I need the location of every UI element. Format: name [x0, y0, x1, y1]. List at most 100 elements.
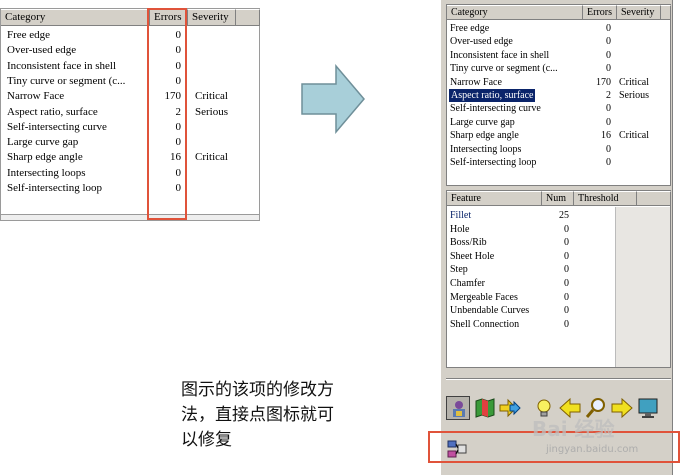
row-category: Aspect ratio, surface	[449, 89, 536, 102]
table-row[interactable]: Intersecting loops 0	[447, 143, 672, 156]
table-row[interactable]: Self-intersecting loop 0	[1, 181, 237, 196]
table-row[interactable]: Tiny curve or segment (c... 0	[447, 62, 672, 75]
row-category: Intersecting loops	[7, 166, 86, 179]
row-category: Sharp edge angle	[7, 151, 83, 164]
row-category: Over-used edge	[450, 36, 513, 48]
row-category: Self-intersecting loop	[7, 182, 103, 194]
table-row[interactable]: Intersecting loops 0	[1, 166, 237, 181]
row-category: Self-intersecting curve	[7, 120, 107, 133]
row-category: Aspect ratio, surface	[7, 105, 98, 118]
table-row[interactable]: Shell Connection 0	[447, 318, 617, 332]
table-row[interactable]: Boss/Rib 0	[447, 236, 617, 250]
row-errors: 0	[606, 143, 611, 155]
header-category[interactable]: Category	[1, 9, 150, 26]
annotation-text: 图示的该项的修改方 法，直接点图标就可 以修复	[181, 378, 391, 453]
row-num: 0	[564, 250, 569, 262]
feature-table: Feature Num Threshold Fillet 25 Hole 0 Boss/…	[446, 190, 671, 368]
row-severity: Critical	[195, 151, 228, 164]
table-row[interactable]: Tiny curve or segment (c... 0	[1, 74, 237, 89]
row-feature: Unbendable Curves	[450, 305, 530, 317]
monitor-icon[interactable]	[636, 396, 660, 420]
row-num: 0	[564, 278, 569, 289]
table-row[interactable]: Inconsistent face in shell 0	[1, 59, 237, 74]
table-row[interactable]: Fillet 25	[447, 209, 617, 223]
row-category: Sharp edge angle	[450, 130, 519, 142]
header-category[interactable]: Category	[447, 5, 583, 20]
table-row[interactable]: Mergeable Faces 0	[447, 291, 617, 305]
row-category: Tiny curve or segment (c...	[7, 74, 126, 87]
table-row[interactable]: Large curve gap 0	[447, 116, 672, 129]
row-category: Inconsistent face in shell	[7, 59, 117, 72]
table-row[interactable]: Chamfer 0	[447, 277, 617, 291]
table-row[interactable]: Free edge 0	[1, 28, 237, 43]
right-arrow-icon	[300, 63, 366, 135]
header-filler	[637, 191, 671, 206]
table-row[interactable]: Narrow Face 170 Critical	[1, 89, 237, 104]
watermark-logo: Bai 经验	[532, 417, 615, 441]
row-category: Free edge	[7, 29, 51, 41]
header-errors[interactable]: Errors	[583, 5, 617, 20]
row-category: Intersecting loops	[450, 143, 522, 155]
row-category: Self-intersecting loop	[450, 157, 537, 168]
table-row[interactable]: Aspect ratio, surface 2 Serious	[1, 105, 237, 120]
threshold-panel	[615, 207, 670, 367]
table-row[interactable]: Sharp edge angle 16 Critical	[1, 150, 237, 165]
row-num: 0	[564, 223, 569, 235]
table-row[interactable]: Hole 0	[447, 223, 617, 237]
row-category: Inconsistent face in shell	[450, 49, 550, 61]
row-feature: Step	[450, 264, 468, 276]
horizontal-scrollbar[interactable]	[1, 214, 259, 220]
row-severity: Critical	[619, 130, 649, 142]
table-row[interactable]: Unbendable Curves 0	[447, 304, 617, 318]
row-errors: 16	[601, 130, 611, 142]
header-filler	[661, 5, 671, 20]
table-row[interactable]: Inconsistent face in shell 0	[447, 49, 672, 62]
row-errors: 0	[606, 103, 611, 115]
arrow-double-icon[interactable]	[498, 396, 522, 420]
header-threshold[interactable]: Threshold	[574, 191, 637, 206]
row-errors: 0	[606, 49, 611, 61]
table-row[interactable]: Aspect ratio, surface 2 Serious	[447, 89, 672, 102]
book-map-icon[interactable]	[473, 396, 497, 420]
header-num[interactable]: Num	[542, 191, 574, 206]
annotation-line-3: 以修复	[181, 430, 232, 450]
table-row[interactable]: Large curve gap 0	[1, 135, 237, 150]
row-category: Over-used edge	[7, 44, 77, 57]
row-num: 0	[564, 305, 569, 317]
row-category: Self-intersecting curve	[450, 103, 541, 115]
row-category: Narrow Face	[7, 90, 65, 103]
row-num: 0	[564, 291, 569, 303]
table-row[interactable]: Over-used edge 0	[1, 43, 237, 58]
watermark-url: jingyan.baidu.com	[546, 444, 639, 455]
errors-highlight-box	[147, 8, 187, 220]
row-feature: Hole	[450, 223, 470, 235]
diagnostics-window: Category Errors Severity Free edge 0 Over-…	[440, 0, 673, 475]
header-filler	[236, 9, 260, 26]
table-row[interactable]: Sharp edge angle 16 Critical	[447, 129, 672, 142]
table-row[interactable]: Narrow Face 170 Critical	[447, 76, 672, 89]
table-row[interactable]: Free edge 0	[447, 22, 672, 35]
annotation-line-1: 图示的该项的修改方	[181, 380, 334, 400]
left-diagnostics-table: Category Errors Severity Free edge 0 Over-…	[0, 8, 260, 221]
row-severity: Serious	[619, 90, 649, 101]
table-row[interactable]: Self-intersecting loop 0	[447, 156, 672, 169]
row-category: Narrow Face	[450, 76, 502, 88]
row-errors: 2	[606, 90, 611, 101]
header-severity[interactable]: Severity	[188, 9, 236, 26]
table-row[interactable]: Over-used edge 0	[447, 35, 672, 48]
row-feature: Fillet	[450, 210, 472, 221]
row-feature: Boss/Rib	[450, 237, 487, 249]
table-row[interactable]: Self-intersecting curve 0	[1, 120, 237, 135]
header-severity[interactable]: Severity	[617, 5, 661, 20]
row-errors: 0	[606, 36, 611, 48]
annotation-line-2: 法，直接点图标就可	[181, 405, 334, 425]
table-row[interactable]: Self-intersecting curve 0	[447, 102, 672, 115]
right-diagnostics-table: Category Errors Severity Free edge 0 Over-…	[446, 4, 671, 186]
row-num: 0	[564, 318, 569, 330]
table-row[interactable]: Sheet Hole 0	[447, 250, 617, 264]
header-feature[interactable]: Feature	[447, 191, 542, 206]
person-lock-icon[interactable]	[446, 396, 470, 420]
repair-tool-icon[interactable]	[446, 438, 468, 460]
table-row[interactable]: Step 0	[447, 263, 617, 277]
row-errors: 0	[606, 63, 611, 75]
